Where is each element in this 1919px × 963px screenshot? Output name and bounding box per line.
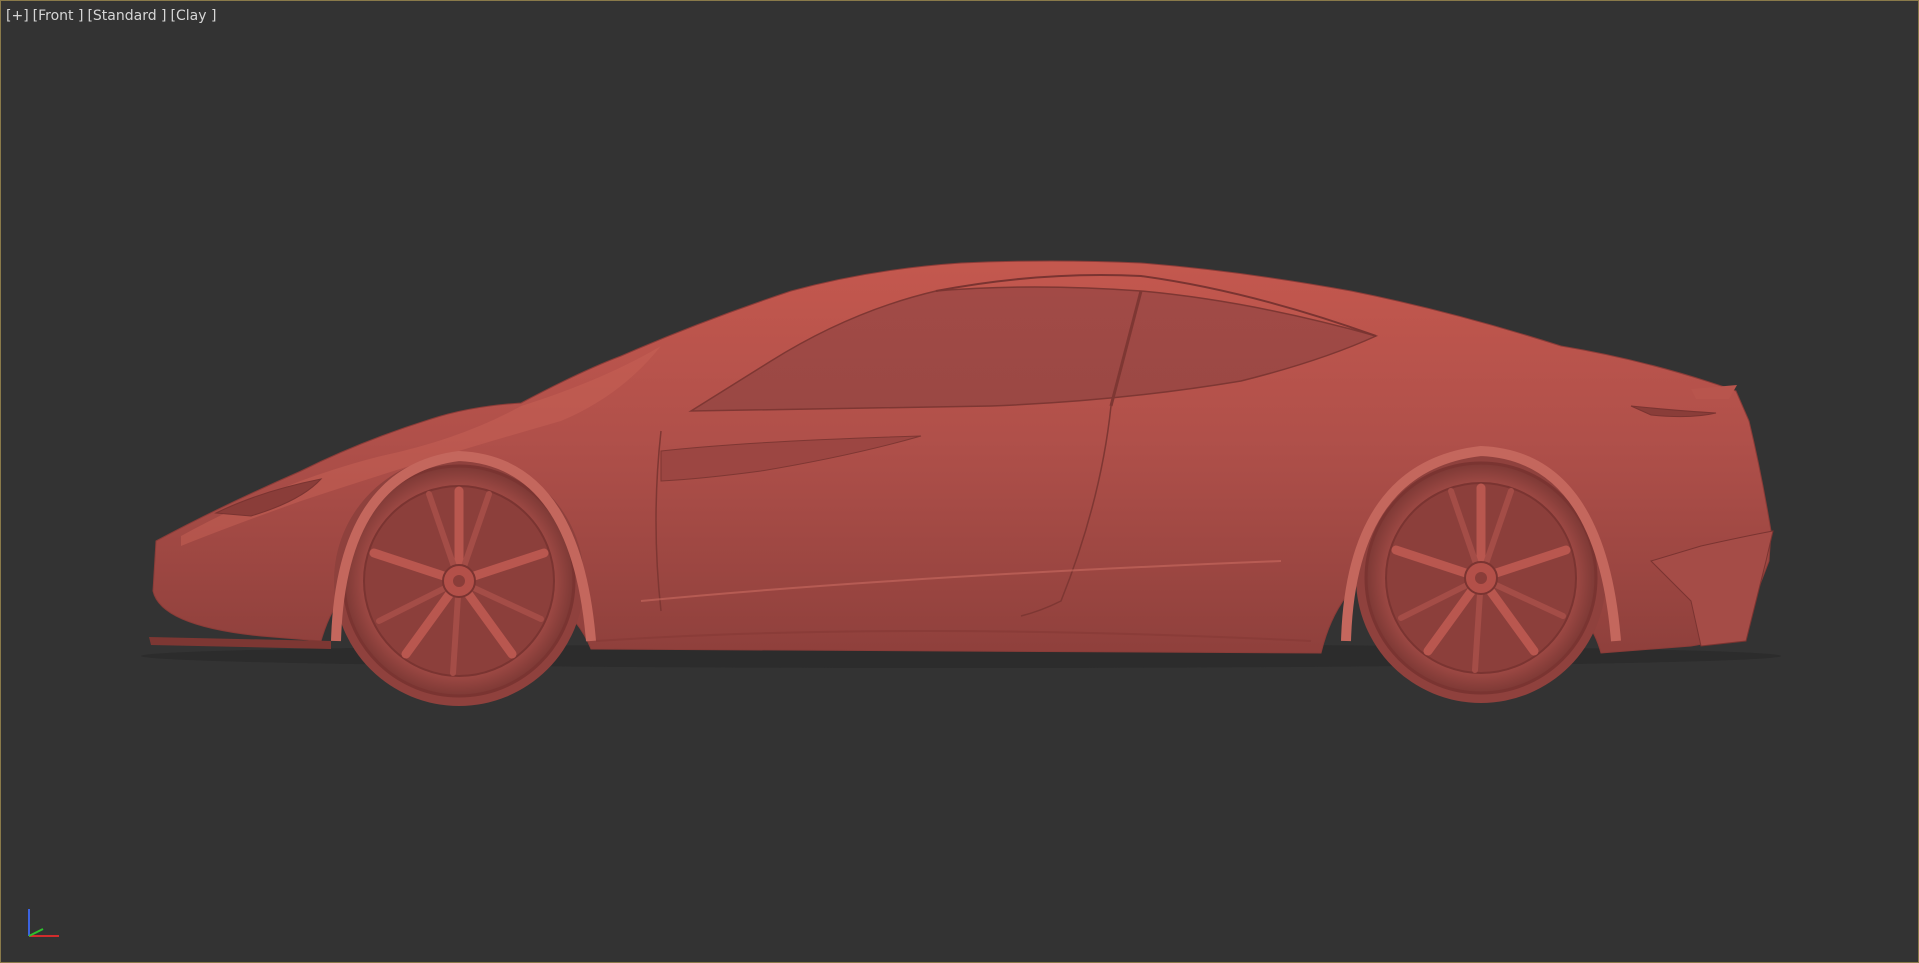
car-clay-model[interactable] (1, 1, 1919, 963)
front-viewport[interactable]: [+] [Front ] [Standard ] [Clay ] (0, 0, 1919, 963)
axis-gizmo-icon (28, 909, 59, 937)
